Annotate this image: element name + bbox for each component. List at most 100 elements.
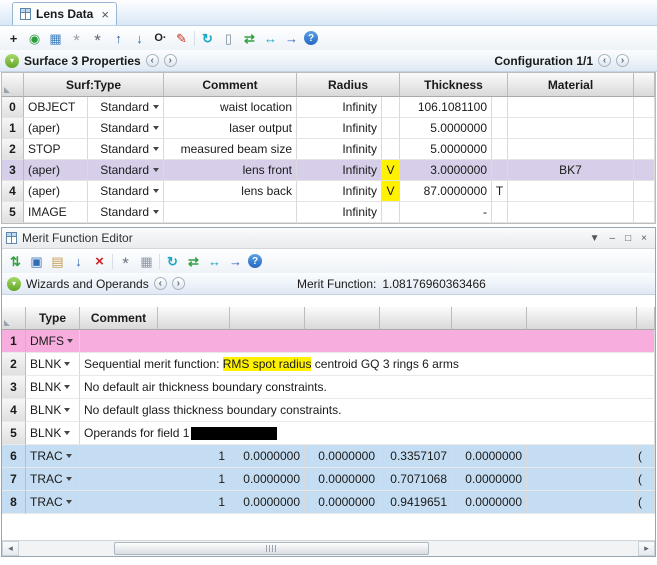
material-cell[interactable] [508, 181, 634, 202]
operand-type-cell[interactable]: TRAC [26, 491, 80, 514]
grid-icon[interactable] [138, 252, 155, 270]
dropdown-icon[interactable] [65, 454, 72, 458]
material-cell[interactable] [508, 139, 634, 160]
row-number-cell[interactable]: 0 [2, 97, 24, 118]
surface-type-cell[interactable]: Standard [88, 181, 164, 202]
operand-comment-cell[interactable] [80, 445, 158, 468]
radius-variable-flag-cell[interactable]: V [382, 160, 400, 181]
radius-cell[interactable]: Infinity [297, 97, 382, 118]
operand-type-cell[interactable]: BLNK [26, 399, 80, 422]
thickness-cell[interactable]: 106.1081100 [400, 97, 492, 118]
dropdown-icon[interactable] [64, 385, 71, 389]
load-icon[interactable] [49, 252, 66, 270]
dropdown-icon[interactable] [65, 477, 72, 481]
tilt-decenter-icon[interactable] [68, 29, 85, 47]
row-number-cell[interactable]: 8 [2, 491, 26, 514]
thickness-cell[interactable]: 87.0000000 [400, 181, 492, 202]
row-number-cell[interactable]: 1 [2, 330, 26, 353]
comment-cell[interactable]: lens back [164, 181, 297, 202]
help-icon[interactable] [248, 254, 262, 268]
dropdown-icon[interactable] [64, 362, 71, 366]
value-cell[interactable] [527, 445, 637, 468]
value-cell[interactable] [527, 468, 637, 491]
comment-cell[interactable]: laser output [164, 118, 297, 139]
operand-comment-cell[interactable] [80, 468, 158, 491]
tab-lens-data[interactable]: Lens Data × [12, 2, 117, 25]
surface-name-cell[interactable]: (aper) [24, 118, 88, 139]
row-number-cell[interactable]: 1 [2, 118, 24, 139]
mfe-title-bar[interactable]: Merit Function Editor ▼ – □ × [2, 228, 655, 249]
thickness-cell[interactable]: 5.0000000 [400, 139, 492, 160]
surface-name-cell[interactable]: (aper) [24, 160, 88, 181]
operand-type-cell[interactable]: TRAC [26, 445, 80, 468]
value-cell[interactable]: 1 [158, 445, 230, 468]
row-number-cell[interactable]: 3 [2, 376, 26, 399]
swap-icon[interactable] [206, 252, 223, 270]
dropdown-icon[interactable] [67, 339, 73, 343]
delete-icon[interactable] [91, 252, 108, 270]
next-panel-icon[interactable] [171, 277, 185, 290]
next-config-icon[interactable] [616, 54, 629, 67]
value-cell[interactable]: 1 [158, 491, 230, 514]
value-cell[interactable] [527, 491, 637, 514]
row-number-cell[interactable]: 4 [2, 181, 24, 202]
row-number-cell[interactable]: 7 [2, 468, 26, 491]
value-cell[interactable]: 0.3357107 [380, 445, 452, 468]
maximize-icon[interactable]: □ [625, 233, 631, 244]
row-number-cell[interactable]: 2 [2, 353, 26, 376]
tilt-decenter-alt-icon[interactable] [89, 29, 106, 47]
prev-panel-icon[interactable] [153, 277, 167, 290]
go-forward-icon[interactable] [227, 252, 244, 270]
swap-icon[interactable] [262, 29, 279, 47]
thickness-flag-cell[interactable] [492, 118, 508, 139]
operand-comment-cell[interactable]: No default air thickness boundary constr… [80, 376, 655, 399]
radius-cell[interactable]: Infinity [297, 160, 382, 181]
material-cell[interactable] [508, 97, 634, 118]
dropdown-icon[interactable] [153, 168, 159, 172]
scrollbar-thumb[interactable] [114, 542, 429, 555]
globe-icon[interactable] [26, 29, 43, 47]
surface-name-cell[interactable]: (aper) [24, 181, 88, 202]
close-icon[interactable]: × [641, 233, 647, 244]
thickness-flag-cell[interactable]: T [492, 181, 508, 202]
scroll-left-icon[interactable] [2, 541, 19, 556]
dropdown-icon[interactable] [64, 408, 71, 412]
value-cell[interactable]: 1 [158, 468, 230, 491]
clipped-value-cell[interactable]: ( [637, 491, 655, 514]
comment-cell[interactable] [164, 202, 297, 223]
help-icon[interactable] [304, 31, 318, 45]
next-surface-icon[interactable] [163, 54, 177, 67]
insert-below-icon[interactable] [70, 252, 87, 270]
clipped-value-cell[interactable]: ( [637, 468, 655, 491]
radius-variable-flag-cell[interactable]: V [382, 181, 400, 202]
surface-type-cell[interactable]: Standard [88, 202, 164, 223]
dropdown-icon[interactable] [153, 210, 159, 214]
prev-config-icon[interactable] [598, 54, 611, 67]
clipped-value-cell[interactable]: ( [637, 445, 655, 468]
row-number-cell[interactable]: 3 [2, 160, 24, 181]
report-icon[interactable] [220, 29, 237, 47]
surface-type-cell[interactable]: Standard [88, 139, 164, 160]
collapse-chevron-icon[interactable] [7, 276, 21, 291]
operand-type-cell[interactable]: BLNK [26, 422, 80, 445]
value-cell[interactable]: 0.7071068 [380, 468, 452, 491]
dropdown-icon[interactable] [153, 126, 159, 130]
value-cell[interactable]: 0.0000000 [452, 468, 527, 491]
surface-name-cell[interactable]: IMAGE [24, 202, 88, 223]
operand-comment-cell[interactable] [80, 330, 655, 353]
dropdown-icon[interactable] [65, 500, 72, 504]
thickness-flag-cell[interactable] [492, 160, 508, 181]
surface-type-cell[interactable]: Standard [88, 97, 164, 118]
row-number-cell[interactable]: 5 [2, 422, 26, 445]
tab-close-icon[interactable]: × [101, 7, 109, 22]
value-cell[interactable]: 0.0000000 [230, 491, 305, 514]
operand-type-cell[interactable]: DMFS [26, 330, 80, 353]
value-cell[interactable]: 0.0000000 [230, 468, 305, 491]
tools-icon[interactable] [117, 252, 134, 270]
thickness-flag-cell[interactable] [492, 139, 508, 160]
row-number-cell[interactable]: 5 [2, 202, 24, 223]
radius-flag-cell[interactable] [382, 139, 400, 160]
surface-type-cell[interactable]: Standard [88, 118, 164, 139]
material-cell[interactable]: BK7 [508, 160, 634, 181]
horizontal-scrollbar[interactable] [2, 540, 655, 556]
